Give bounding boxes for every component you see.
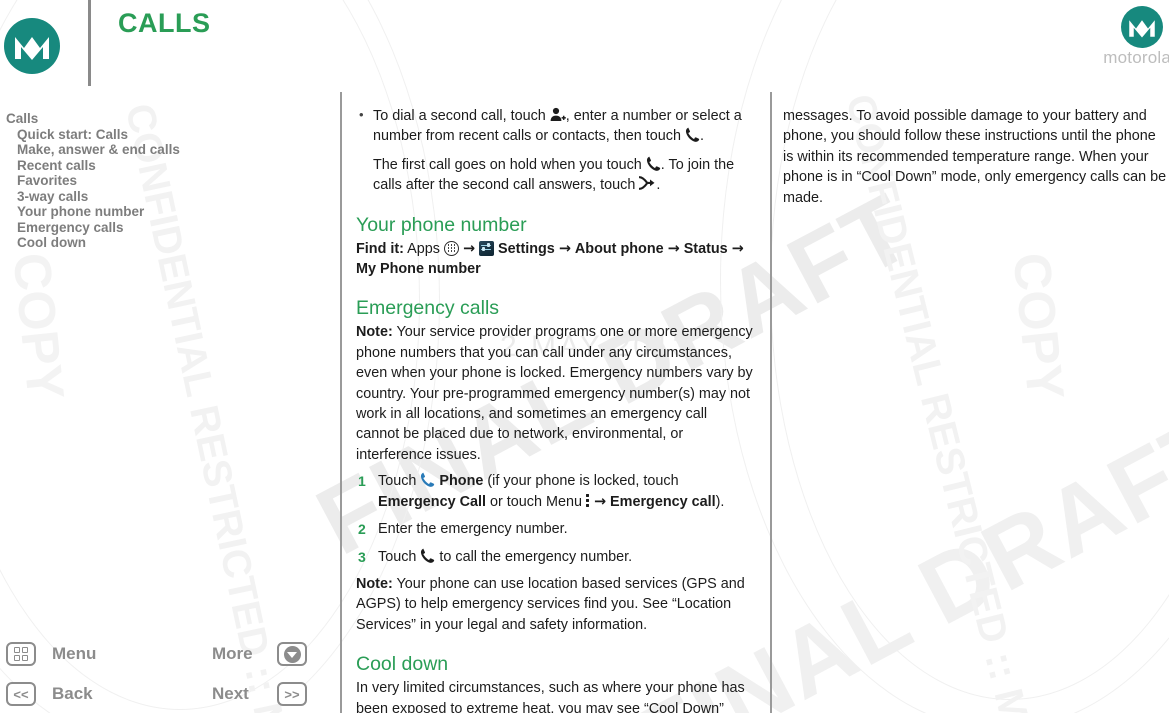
step-item-2: 2 Enter the emergency number. <box>356 519 754 539</box>
note-label-2: Note: <box>356 575 393 592</box>
sub-paragraph-hold-join: The first call goes on hold when you tou… <box>356 155 754 196</box>
step-1-text-1: Touch <box>378 473 417 490</box>
find-it-my-phone-number-label: My Phone number <box>356 261 481 278</box>
path-arrow-2: → <box>558 240 571 257</box>
step-2-text-1: Enter the emergency number. <box>378 521 568 538</box>
find-it-about-phone-label: About phone <box>574 240 664 257</box>
path-arrow-3: → <box>667 240 680 257</box>
brand-logo: motorola <box>1037 4 1169 70</box>
brand-wordmark: motorola <box>1103 48 1169 67</box>
svg-text:MOTOROLA CONFIDENTIAL RESTRICT: MOTOROLA CONFIDENTIAL RESTRICTED <box>0 148 2 520</box>
toc-item-cool-down[interactable]: Cool down <box>17 235 306 251</box>
more-label[interactable]: More <box>212 644 253 664</box>
nav-row-back-next: << Back Next >> <box>0 682 320 713</box>
menu-label[interactable]: Menu <box>52 644 96 664</box>
bullet-text-part3: . <box>699 128 704 145</box>
step-1-text-5: or touch Menu <box>489 493 582 510</box>
column-divider-left <box>340 92 342 713</box>
find-it-settings-label: Settings <box>498 240 555 257</box>
phone-handset-icon-3 <box>420 472 435 488</box>
phone-handset-icon <box>685 127 700 143</box>
chevron-down-icon <box>283 645 301 663</box>
watermark-copy-left: COPY <box>1 250 75 403</box>
more-button[interactable] <box>277 642 307 666</box>
nav-row-menu-more: Menu More <box>0 642 320 675</box>
menu-button[interactable] <box>6 642 36 666</box>
step-number-3: 3 <box>358 548 366 565</box>
toc-item-calls[interactable]: Calls <box>6 111 306 127</box>
page-title: CALLS <box>118 8 211 38</box>
path-arrow-4: → <box>731 240 744 257</box>
main-content-column: To dial a second call, touch , enter a n… <box>356 105 754 713</box>
toc-item-emergency-calls[interactable]: Emergency calls <box>17 220 306 236</box>
grid-icon <box>14 647 28 661</box>
path-arrow-1: → <box>462 240 476 257</box>
header-divider <box>88 0 91 86</box>
bullet-text-part1: To dial a second call, touch <box>373 108 546 124</box>
note-text-1: Your service provider programs one or mo… <box>356 324 753 463</box>
table-of-contents[interactable]: Calls Quick start: Calls Make, answer & … <box>6 111 306 251</box>
bullet-list: To dial a second call, touch , enter a n… <box>356 105 754 147</box>
note-location-services: Note: Your phone can use location based … <box>356 574 754 635</box>
next-label[interactable]: Next <box>212 684 249 704</box>
step-item-1: 1 Touch Phone (if your phone is locked, … <box>356 471 754 512</box>
section-heading-cool-down: Cool down <box>356 653 449 676</box>
watermark-copy-right: COPY <box>1001 250 1075 403</box>
overflow-menu-icon <box>585 494 590 508</box>
section-heading-emergency-calls: Emergency calls <box>356 297 500 320</box>
note-label-1: Note: <box>356 324 393 341</box>
merge-calls-icon <box>638 176 656 191</box>
motorola-m-icon <box>1121 6 1163 48</box>
section-heading-your-phone-number: Your phone number <box>356 213 527 236</box>
sub-para-part1: The first call goes on hold when you tou… <box>373 156 642 173</box>
find-it-path: Find it: Apps → Settings → About phone →… <box>356 239 754 280</box>
manual-page: FINAL DRAFT FINAL DRAFT 2 MAY 2013 MOTOR… <box>0 0 1169 713</box>
step-1-arrow: → <box>593 493 607 510</box>
back-chevrons-icon: << <box>13 686 29 702</box>
find-it-apps-label: Apps <box>407 240 440 257</box>
bottom-navigation[interactable]: Menu More << Back Next >> <box>0 640 340 713</box>
back-label[interactable]: Back <box>52 684 93 704</box>
toc-item-recent-calls[interactable]: Recent calls <box>17 158 306 174</box>
settings-icon <box>479 240 495 256</box>
toc-item-favorites[interactable]: Favorites <box>17 173 306 189</box>
toc-item-3-way-calls[interactable]: 3-way calls <box>17 189 306 205</box>
back-button[interactable]: << <box>6 682 36 706</box>
toc-item-make-answer-end-calls[interactable]: Make, answer & end calls <box>17 142 306 158</box>
next-chevrons-icon: >> <box>284 686 300 702</box>
step-item-3: 3 Touch to call the emergency number. <box>356 547 754 567</box>
find-it-label: Find it: <box>356 240 404 257</box>
step-number-1: 1 <box>358 473 366 490</box>
watermark-arc-label-left: MOTOROLA CONFIDENTIAL RESTRICTED <box>0 148 2 520</box>
note-emergency-providers: Note: Your service provider programs one… <box>356 322 754 465</box>
step-1-text-3: (if your phone is locked, touch <box>487 473 679 490</box>
step-1-text-4: Emergency Call <box>378 493 486 510</box>
step-3-text-1: Touch <box>378 548 417 565</box>
next-button[interactable]: >> <box>277 682 307 706</box>
find-it-status-label: Status <box>683 240 728 257</box>
note-text-2: Your phone can use location based servic… <box>356 575 745 633</box>
sub-para-part3: . <box>656 177 661 194</box>
phone-handset-icon-2 <box>646 156 661 172</box>
right-content-column: messages. To avoid possible damage to yo… <box>783 106 1169 208</box>
step-3-text-2: to call the emergency number. <box>439 548 633 565</box>
cool-down-continuation: messages. To avoid possible damage to yo… <box>783 108 1167 206</box>
step-1-text-7: ). <box>715 493 725 510</box>
emergency-steps-list: 1 Touch Phone (if your phone is locked, … <box>356 471 754 567</box>
phone-handset-icon-4 <box>420 548 435 564</box>
watermark-ring-4 <box>770 0 1169 700</box>
apps-grid-icon <box>443 240 459 256</box>
toc-item-quick-start-calls[interactable]: Quick start: Calls <box>17 127 306 143</box>
add-person-icon <box>550 107 566 122</box>
step-number-2: 2 <box>358 521 366 538</box>
bullet-dial-second-call: To dial a second call, touch , enter a n… <box>356 105 754 147</box>
cool-down-paragraph: In very limited circumstances, such as w… <box>356 680 745 713</box>
motorola-logo-icon <box>4 18 60 74</box>
toc-item-your-phone-number[interactable]: Your phone number <box>17 204 306 220</box>
page-header: CALLS motorola <box>0 0 1169 92</box>
step-1-text-2: Phone <box>439 473 484 490</box>
column-divider-right <box>770 92 772 713</box>
step-1-text-6: Emergency call <box>610 493 716 510</box>
